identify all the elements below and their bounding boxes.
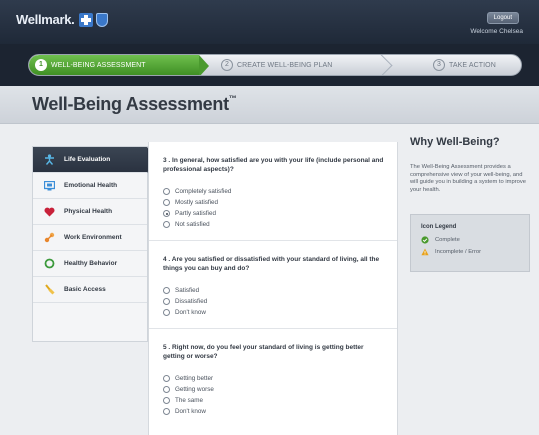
heart-icon [43, 207, 55, 217]
info-panel: Why Well-Being? The Well-Being Assessmen… [410, 136, 530, 272]
option-label: Partly satisfied [175, 210, 216, 217]
progress-steps: 1 Well-Being Assessment 2 Create Well-Be… [28, 54, 522, 76]
option-label: Getting worse [175, 386, 214, 393]
radio-button[interactable] [163, 397, 170, 404]
sidebar-item-healthy-behavior[interactable]: Healthy Behavior [33, 251, 147, 277]
icon-legend: Icon Legend Complete Incomplete / Error [410, 214, 530, 272]
sidebar-item-life-evaluation[interactable]: Life Evaluation [33, 147, 156, 173]
sidebar-item-label: Basic Access [64, 286, 106, 293]
option-label: Not satisfied [175, 221, 210, 228]
main-area: Life Evaluation Emotional Health Physica… [0, 124, 539, 435]
radio-button[interactable] [163, 221, 170, 228]
logout-button[interactable]: Logout [486, 12, 519, 24]
question-4: 4 . Are you satisfied or dissatisfied wi… [149, 241, 397, 329]
option-mostly-satisfied[interactable]: Mostly satisfied [163, 199, 385, 206]
sidebar-item-physical-health[interactable]: Physical Health [33, 199, 147, 225]
legend-title: Icon Legend [421, 224, 457, 230]
legend-item-incomplete: Incomplete / Error [421, 248, 519, 256]
option-label: Satisfied [175, 287, 200, 294]
screen-icon [43, 180, 55, 191]
why-description: The Well-Being Assessment provides a com… [410, 164, 526, 193]
page-title: Well-Being Assessment™ [32, 94, 237, 114]
blue-cross-icon [79, 12, 94, 27]
person-figure-icon [43, 154, 55, 165]
option-not-satisfied[interactable]: Not satisfied [163, 221, 385, 228]
question-3: 3 . In general, how satisfied are you wi… [149, 142, 397, 241]
option-label: Don't know [175, 408, 206, 415]
option-completely-satisfied[interactable]: Completely satisfied [163, 188, 385, 195]
radio-button[interactable] [163, 199, 170, 206]
question-text: 5 . Right now, do you feel your standard… [163, 344, 364, 360]
step-take-action[interactable]: 3 Take Action [389, 55, 496, 75]
option-getting-worse[interactable]: Getting worse [163, 386, 385, 393]
option-dont-know[interactable]: Don't know [163, 309, 385, 316]
bolt-icon [43, 232, 55, 243]
question-text: 3 . In general, how satisfied are you wi… [163, 157, 384, 173]
step-create-plan[interactable]: 2 Create Well-Being Plan [199, 55, 389, 75]
option-label: Completely satisfied [175, 188, 232, 195]
radio-button[interactable] [163, 408, 170, 415]
legend-label: Complete [435, 237, 460, 243]
option-label: The same [175, 397, 203, 404]
option-label: Dissatisfied [175, 298, 208, 305]
wellmark-logo[interactable]: Wellmark. [16, 12, 109, 27]
sidebar-item-label: Physical Health [64, 208, 113, 215]
title-band: Well-Being Assessment™ [0, 86, 539, 124]
option-the-same[interactable]: The same [163, 397, 385, 404]
sidebar-item-label: Emotional Health [64, 182, 118, 189]
option-dont-know[interactable]: Don't know [163, 408, 385, 415]
trademark: ™ [228, 94, 237, 103]
radio-button[interactable] [163, 287, 170, 294]
option-satisfied[interactable]: Satisfied [163, 287, 385, 294]
sidebar-item-label: Healthy Behavior [64, 260, 118, 267]
logo-text: Wellmark. [16, 12, 75, 27]
step-well-being-assessment[interactable]: 1 Well-Being Assessment [29, 55, 209, 75]
radio-button[interactable] [163, 309, 170, 316]
option-label: Don't know [175, 309, 206, 316]
questions-panel: 3 . In general, how satisfied are you wi… [148, 142, 398, 435]
sidebar-item-label: Work Environment [64, 234, 122, 241]
category-sidebar: Life Evaluation Emotional Health Physica… [32, 146, 156, 342]
sidebar-item-label: Life Evaluation [64, 156, 111, 163]
welcome-text: Welcome Chelsea [470, 28, 523, 35]
step-number: 1 [35, 59, 47, 71]
radio-button[interactable] [163, 386, 170, 393]
option-dissatisfied[interactable]: Dissatisfied [163, 298, 385, 305]
option-label: Mostly satisfied [175, 199, 219, 206]
radio-button[interactable] [163, 375, 170, 382]
legend-label: Incomplete / Error [435, 249, 482, 255]
radio-button[interactable] [163, 188, 170, 195]
step-number: 3 [433, 59, 445, 71]
sidebar-item-basic-access[interactable]: Basic Access [33, 277, 147, 303]
step-number: 2 [221, 59, 233, 71]
top-header: Wellmark. Logout Welcome Chelsea [0, 0, 539, 44]
option-getting-better[interactable]: Getting better [163, 375, 385, 382]
step-label: Create Well-Being Plan [237, 61, 333, 69]
check-circle-icon [421, 236, 429, 244]
why-title: Why Well-Being? [410, 136, 500, 148]
brush-icon [43, 284, 55, 295]
question-5: 5 . Right now, do you feel your standard… [149, 329, 397, 427]
steps-bar: 1 Well-Being Assessment 2 Create Well-Be… [0, 44, 539, 86]
option-partly-satisfied[interactable]: Partly satisfied [163, 210, 385, 217]
warning-triangle-icon [421, 248, 429, 256]
radio-button[interactable] [163, 298, 170, 305]
question-text: 4 . Are you satisfied or dissatisfied wi… [163, 256, 380, 272]
step-label: Well-Being Assessment [51, 61, 146, 69]
legend-item-complete: Complete [421, 236, 519, 244]
blue-shield-icon [96, 12, 109, 27]
step-label: Take Action [449, 61, 496, 69]
radio-button-selected[interactable] [163, 210, 170, 217]
option-label: Getting better [175, 375, 214, 382]
sidebar-item-emotional-health[interactable]: Emotional Health [33, 173, 147, 199]
ring-icon [43, 258, 55, 269]
sidebar-item-work-environment[interactable]: Work Environment [33, 225, 147, 251]
